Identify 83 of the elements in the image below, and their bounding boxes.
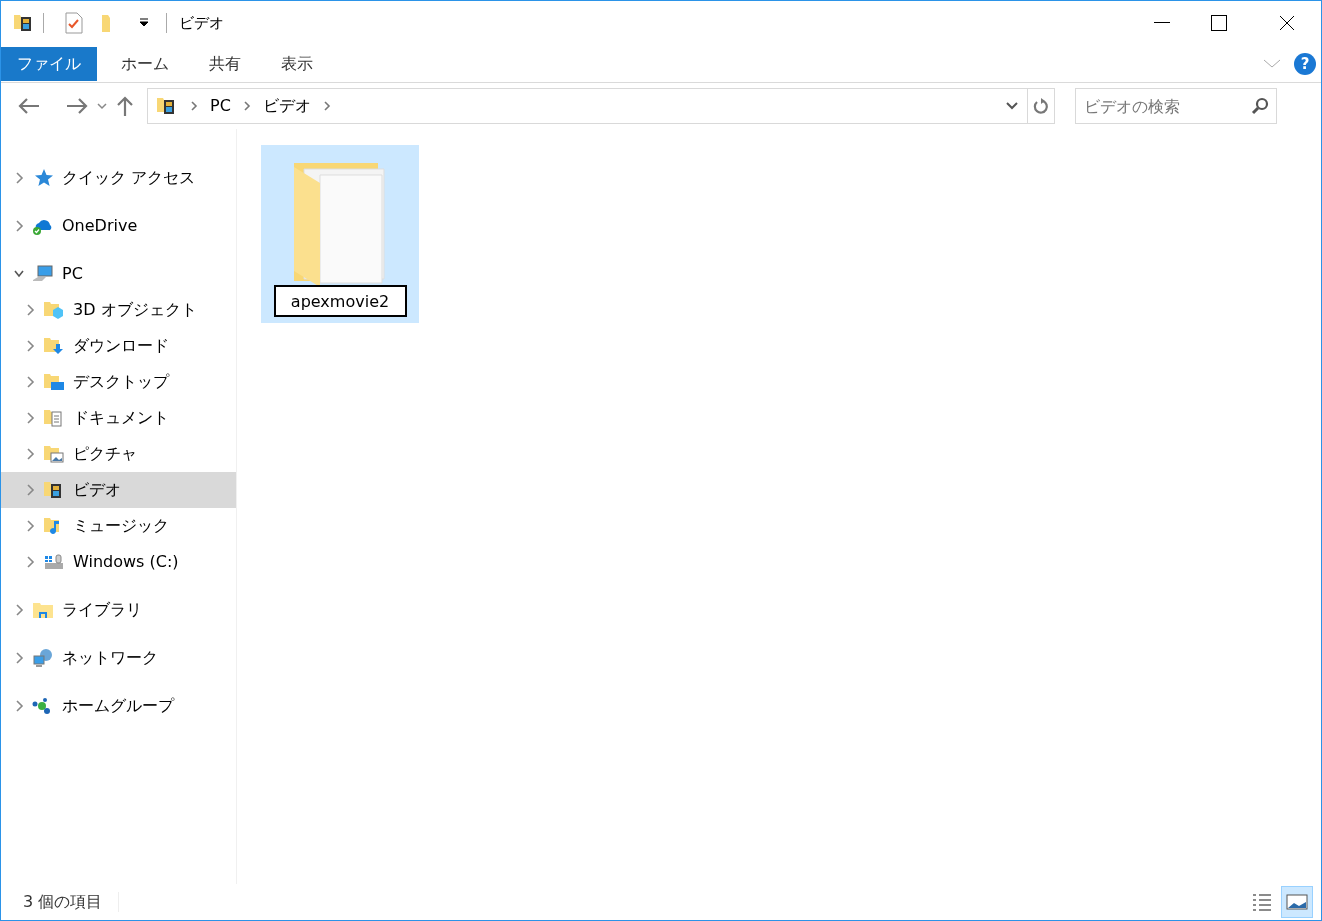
item-count: 3 個の項目 (23, 891, 103, 913)
chevron-right-icon[interactable] (14, 652, 24, 664)
chevron-right-icon[interactable] (14, 700, 24, 712)
dropdown-caret-icon[interactable] (1005, 101, 1019, 111)
details-view-icon[interactable] (1251, 892, 1273, 912)
sidebar-item[interactable]: ダウンロード (1, 328, 236, 364)
breadcrumb-separator-icon[interactable] (242, 101, 251, 111)
folder-document-icon (43, 408, 65, 428)
sidebar-label: クイック アクセス (62, 167, 196, 189)
breadcrumb[interactable]: PC (210, 94, 231, 118)
sidebar-item[interactable]: ライブラリ (1, 592, 236, 628)
chevron-right-icon[interactable] (25, 520, 35, 532)
sidebar-label: 3D オブジェクト (73, 299, 197, 321)
recent-caret-icon[interactable] (97, 102, 107, 110)
folder-desktop-icon (43, 372, 65, 392)
chevron-right-icon[interactable] (25, 556, 35, 568)
refresh-icon (1033, 97, 1049, 115)
sidebar-item[interactable]: デスクトップ (1, 364, 236, 400)
sidebar-label: ミュージック (73, 515, 169, 537)
landscape-picture-icon (1286, 894, 1308, 910)
ribbon-tab[interactable]: 共有 (193, 46, 257, 81)
breadcrumb-separator-icon[interactable] (322, 101, 331, 111)
chevron-right-icon[interactable] (25, 412, 35, 424)
chevron-right-icon[interactable] (25, 340, 35, 352)
network-icon (32, 648, 54, 668)
sidebar-label: ピクチャ (73, 443, 137, 465)
computer-icon (32, 264, 54, 284)
sidebar-label: ネットワーク (62, 647, 158, 669)
search-field[interactable]: ビデオの検索 (1075, 88, 1277, 124)
sidebar-item[interactable]: ミュージック (1, 508, 236, 544)
chevron-right-icon[interactable] (25, 304, 35, 316)
sidebar-label: OneDrive (62, 215, 138, 237)
sidebar-label: デスクトップ (73, 371, 169, 393)
chevron-right-icon[interactable] (14, 604, 24, 616)
chevron-right-icon[interactable] (14, 172, 24, 184)
large-icons-view-button[interactable] (1281, 886, 1313, 918)
chevron-right-icon[interactable] (14, 220, 24, 232)
sidebar-item[interactable]: Windows (C:) (1, 544, 236, 580)
sidebar-item[interactable]: ネットワーク (1, 640, 236, 676)
ribbon-tab[interactable]: 表示 (265, 46, 329, 81)
rename-field[interactable]: apexmovie2 (273, 285, 407, 317)
sidebar-label: ダウンロード (73, 335, 169, 357)
close-icon (1279, 15, 1295, 31)
sidebar-label: ドキュメント (73, 407, 169, 429)
sidebar-item[interactable]: OneDrive (1, 208, 236, 244)
search-icon[interactable] (1251, 97, 1269, 115)
star-icon (32, 168, 54, 188)
ribbon-tab[interactable]: ホーム (105, 46, 185, 81)
forward-arrow-icon[interactable] (65, 97, 89, 115)
window-title: ビデオ (179, 12, 224, 34)
chevron-right-icon[interactable] (25, 376, 35, 388)
sidebar-item[interactable]: クイック アクセス (1, 160, 236, 196)
address-bar[interactable]: PC ビデオ (147, 88, 1055, 124)
chevron-down-icon[interactable] (14, 268, 24, 280)
chevron-right-icon[interactable] (25, 448, 35, 460)
ribbon-tab[interactable]: ファイル (1, 46, 97, 81)
drive-icon (43, 552, 65, 572)
properties-checkmark-icon[interactable] (64, 12, 84, 34)
sidebar-item[interactable]: PC (1, 256, 236, 292)
breadcrumb[interactable]: ビデオ (262, 94, 311, 118)
sidebar-label: ライブラリ (62, 599, 142, 621)
dropdown-caret-icon[interactable] (138, 18, 150, 28)
help-icon[interactable]: ? (1293, 51, 1317, 76)
sidebar-item[interactable]: ピクチャ (1, 436, 236, 472)
folder-item[interactable]: apexmovie2 (261, 145, 419, 323)
chevron-right-icon[interactable] (25, 484, 35, 496)
folder-cube-icon (43, 300, 65, 320)
sidebar-label: Windows (C:) (73, 551, 179, 573)
minimize-icon (1154, 22, 1170, 24)
sidebar-item[interactable]: 3D オブジェクト (1, 292, 236, 328)
folder-picture-icon (43, 444, 65, 464)
breadcrumb-separator-icon[interactable] (190, 101, 198, 111)
up-arrow-icon[interactable] (115, 95, 135, 117)
sidebar-item[interactable]: ビデオ (1, 472, 236, 508)
sidebar-item[interactable]: ドキュメント (1, 400, 236, 436)
folder-download-icon (43, 336, 65, 356)
back-arrow-icon[interactable] (17, 97, 41, 115)
sidebar-label: PC (62, 263, 83, 285)
library-icon (32, 600, 54, 620)
sidebar-label: ビデオ (73, 479, 121, 501)
sidebar-item[interactable]: ホームグループ (1, 688, 236, 724)
maximize-icon (1211, 15, 1227, 31)
sidebar-label: ホームグループ (62, 695, 174, 717)
